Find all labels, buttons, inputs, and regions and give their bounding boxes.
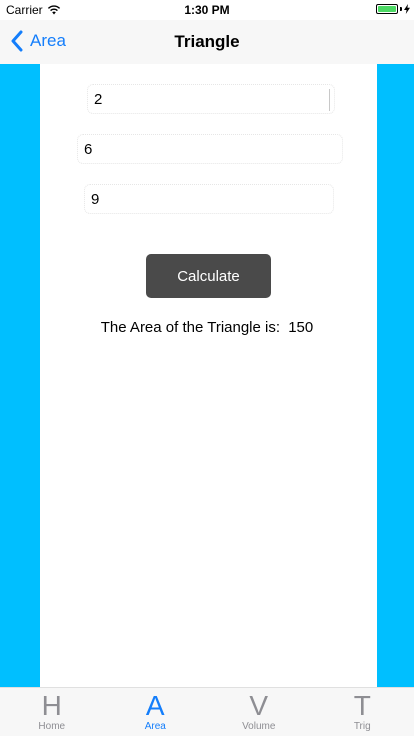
volume-icon: V xyxy=(249,690,269,721)
status-right xyxy=(376,4,410,14)
page-title: Triangle xyxy=(174,32,240,51)
side-a-value: 2 xyxy=(94,90,103,108)
result-value: 150 xyxy=(288,319,314,336)
text-caret xyxy=(329,89,330,111)
tab-label-trig: Trig xyxy=(353,721,371,732)
nav-bar: Area Triangle xyxy=(0,20,414,64)
area-icon: A xyxy=(145,690,165,721)
result-prefix: The Area of the Triangle is: xyxy=(100,319,281,336)
result-text: The Area of the Triangle is: 150 xyxy=(0,319,414,336)
bolt-icon xyxy=(404,4,410,14)
calculate-label: Calculate xyxy=(177,267,240,285)
status-bar: Carrier 1:30 PM xyxy=(0,0,414,20)
tab-volume[interactable]: V Volume xyxy=(207,688,311,736)
status-time: 1:30 PM xyxy=(184,3,230,17)
side-b-value: 6 xyxy=(84,140,93,158)
tab-home[interactable]: H Home xyxy=(0,688,104,736)
tab-label-home: Home xyxy=(38,721,66,732)
home-icon: H xyxy=(41,690,62,721)
side-bar-left xyxy=(0,64,40,687)
side-c-field[interactable]: 9 xyxy=(84,184,334,214)
battery-fill xyxy=(378,6,396,12)
tab-label-area: Area xyxy=(144,721,166,732)
side-bar-right xyxy=(377,64,414,687)
tab-trig[interactable]: T Trig xyxy=(311,688,414,736)
calculate-button[interactable]: Calculate xyxy=(146,254,271,298)
battery-cap xyxy=(400,7,402,11)
trig-icon: T xyxy=(353,690,371,721)
battery-icon xyxy=(376,4,398,14)
side-c-value: 9 xyxy=(91,190,100,208)
tab-area[interactable]: A Area xyxy=(104,688,208,736)
side-a-field[interactable]: 2 xyxy=(87,84,335,114)
tab-bar: H Home A Area V Volume T Trig xyxy=(0,687,414,736)
side-b-field[interactable]: 6 xyxy=(77,134,343,164)
screen: Carrier 1:30 PM Area Triangle 2 6 9 Calc… xyxy=(0,0,414,736)
tab-label-volume: Volume xyxy=(242,721,276,732)
